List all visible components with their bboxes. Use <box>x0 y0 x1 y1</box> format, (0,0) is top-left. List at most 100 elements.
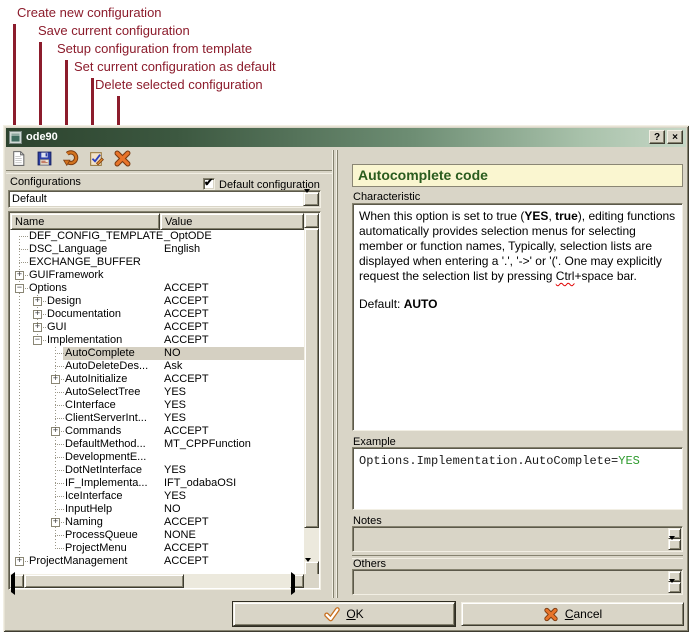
tree-row[interactable]: +DocumentationACCEPT <box>10 308 304 321</box>
column-header-value[interactable]: Value <box>160 213 304 230</box>
configuration-select[interactable]: Default <box>8 190 321 208</box>
tree-row[interactable]: AutoCompleteNO <box>10 347 304 360</box>
tree-connector <box>19 236 28 237</box>
tree-row[interactable]: −OptionsACCEPT <box>10 282 304 295</box>
collapse-icon[interactable]: − <box>15 284 24 293</box>
tree-row[interactable]: CInterfaceYES <box>10 399 304 412</box>
ok-button-label: OK <box>346 607 363 621</box>
tree-row[interactable]: +GUIACCEPT <box>10 321 304 334</box>
default-configuration-checkbox[interactable]: ✔ <box>203 178 215 190</box>
tree-row[interactable]: InputHelpNO <box>10 503 304 516</box>
tree-connector <box>55 548 64 549</box>
scroll-right-button[interactable] <box>290 574 304 588</box>
tree-row-name: AutoInitialize <box>65 373 127 386</box>
expand-icon[interactable]: + <box>15 557 24 566</box>
tree-row[interactable]: DefaultMethod...MT_CPPFunction <box>10 438 304 451</box>
tree-row[interactable]: ProcessQueueNONE <box>10 529 304 542</box>
delete-configuration-button[interactable] <box>114 150 131 167</box>
new-document-icon <box>10 150 27 167</box>
tree-connector <box>55 496 64 497</box>
notes-field[interactable] <box>352 526 683 552</box>
tree-row[interactable]: DEF_CONFIG_TEMPLATE_OptODE <box>10 230 304 243</box>
ok-button[interactable]: OK <box>233 602 455 626</box>
combo-dropdown-button[interactable] <box>303 192 319 206</box>
example-code: Options.Implementation.AutoComplete=YES <box>352 447 683 510</box>
set-default-configuration-button[interactable] <box>88 150 105 167</box>
spin-down-button[interactable] <box>668 582 681 593</box>
window-title: ode90 <box>26 131 58 143</box>
tree-row[interactable]: −ImplementationACCEPT <box>10 334 304 347</box>
scroll-left-button[interactable] <box>10 574 24 588</box>
expand-icon[interactable]: + <box>33 323 42 332</box>
help-button[interactable]: ? <box>649 130 665 144</box>
set-default-icon <box>88 150 105 167</box>
window-icon <box>9 131 22 144</box>
others-spinner[interactable] <box>668 571 681 593</box>
title-bar[interactable]: ode90 ? × <box>6 128 686 147</box>
column-header-name[interactable]: Name <box>10 213 160 230</box>
tree-row-value: NONE <box>164 529 196 542</box>
characteristic-text: When this option is set to true (YES, tr… <box>352 203 683 431</box>
tree-row-value: YES <box>164 399 186 412</box>
expand-icon[interactable]: + <box>33 310 42 319</box>
others-field[interactable] <box>352 569 683 595</box>
new-configuration-button[interactable] <box>10 150 27 167</box>
horizontal-scrollbar-thumb[interactable] <box>24 574 184 588</box>
tree-connector <box>19 262 28 263</box>
cancel-button[interactable]: Cancel <box>461 602 684 626</box>
tree-row[interactable]: +ProjectManagementACCEPT <box>10 555 304 568</box>
check-icon <box>324 607 340 622</box>
tree-row[interactable]: DevelopmentE... <box>10 451 304 464</box>
tree-row-value: ACCEPT <box>164 295 209 308</box>
expand-icon[interactable]: + <box>51 518 60 527</box>
tree-row[interactable]: EXCHANGE_BUFFER <box>10 256 304 269</box>
tree-row-name: Options <box>29 282 67 295</box>
expand-icon[interactable]: + <box>51 427 60 436</box>
setup-from-template-button[interactable] <box>62 150 79 167</box>
annotation-save: Save current configuration <box>38 23 190 38</box>
toolbar-separator <box>6 170 332 174</box>
close-button[interactable]: × <box>667 130 683 144</box>
tree-row[interactable]: DSC_LanguageEnglish <box>10 243 304 256</box>
tree-connector <box>55 392 64 393</box>
tree-row[interactable]: IceInterfaceYES <box>10 490 304 503</box>
tree-row[interactable]: +GUIFramework <box>10 269 304 282</box>
tree-row-value: ACCEPT <box>164 373 209 386</box>
tree-connector <box>19 249 28 250</box>
section-divider <box>352 555 683 559</box>
x-icon <box>543 607 559 622</box>
tree-row-name: InputHelp <box>65 503 112 516</box>
tree-row[interactable]: +DesignACCEPT <box>10 295 304 308</box>
expand-icon[interactable]: + <box>15 271 24 280</box>
save-icon <box>36 150 53 167</box>
panel-splitter[interactable] <box>332 150 338 598</box>
tree-row[interactable]: +NamingACCEPT <box>10 516 304 529</box>
checkbox-check-icon: ✔ <box>204 176 213 189</box>
tree-connector <box>55 509 64 510</box>
tree-row[interactable]: IF_Implementa...IFT_odabaOSI <box>10 477 304 490</box>
vertical-scrollbar-thumb[interactable] <box>304 228 319 528</box>
spin-down-button[interactable] <box>668 539 681 550</box>
scroll-up-button[interactable] <box>304 213 319 228</box>
tree-row[interactable]: +CommandsACCEPT <box>10 425 304 438</box>
collapse-icon[interactable]: − <box>33 336 42 345</box>
expand-icon[interactable]: + <box>51 375 60 384</box>
tree-vertical-scrollbar[interactable] <box>304 213 319 576</box>
tree-connector <box>55 457 64 458</box>
save-configuration-button[interactable] <box>36 150 53 167</box>
tree-row-name: EXCHANGE_BUFFER <box>29 256 141 269</box>
tree-row[interactable]: DotNetInterfaceYES <box>10 464 304 477</box>
notes-spinner[interactable] <box>668 528 681 550</box>
configurations-label: Configurations <box>10 176 81 188</box>
tree-horizontal-scrollbar[interactable] <box>10 574 304 588</box>
tree-row[interactable]: ProjectMenuACCEPT <box>10 542 304 555</box>
arrow-down-icon <box>669 536 675 557</box>
cancel-button-label: Cancel <box>565 607 602 621</box>
expand-icon[interactable]: + <box>33 297 42 306</box>
tree-row[interactable]: + AutoInitialize ACCEPT <box>10 373 304 386</box>
tree-row[interactable]: AutoDeleteDes...Ask <box>10 360 304 373</box>
tree-row[interactable]: ClientServerInt...YES <box>10 412 304 425</box>
tree-row-value: English <box>164 243 200 256</box>
tree-connector <box>55 483 64 484</box>
tree-row[interactable]: AutoSelectTreeYES <box>10 386 304 399</box>
